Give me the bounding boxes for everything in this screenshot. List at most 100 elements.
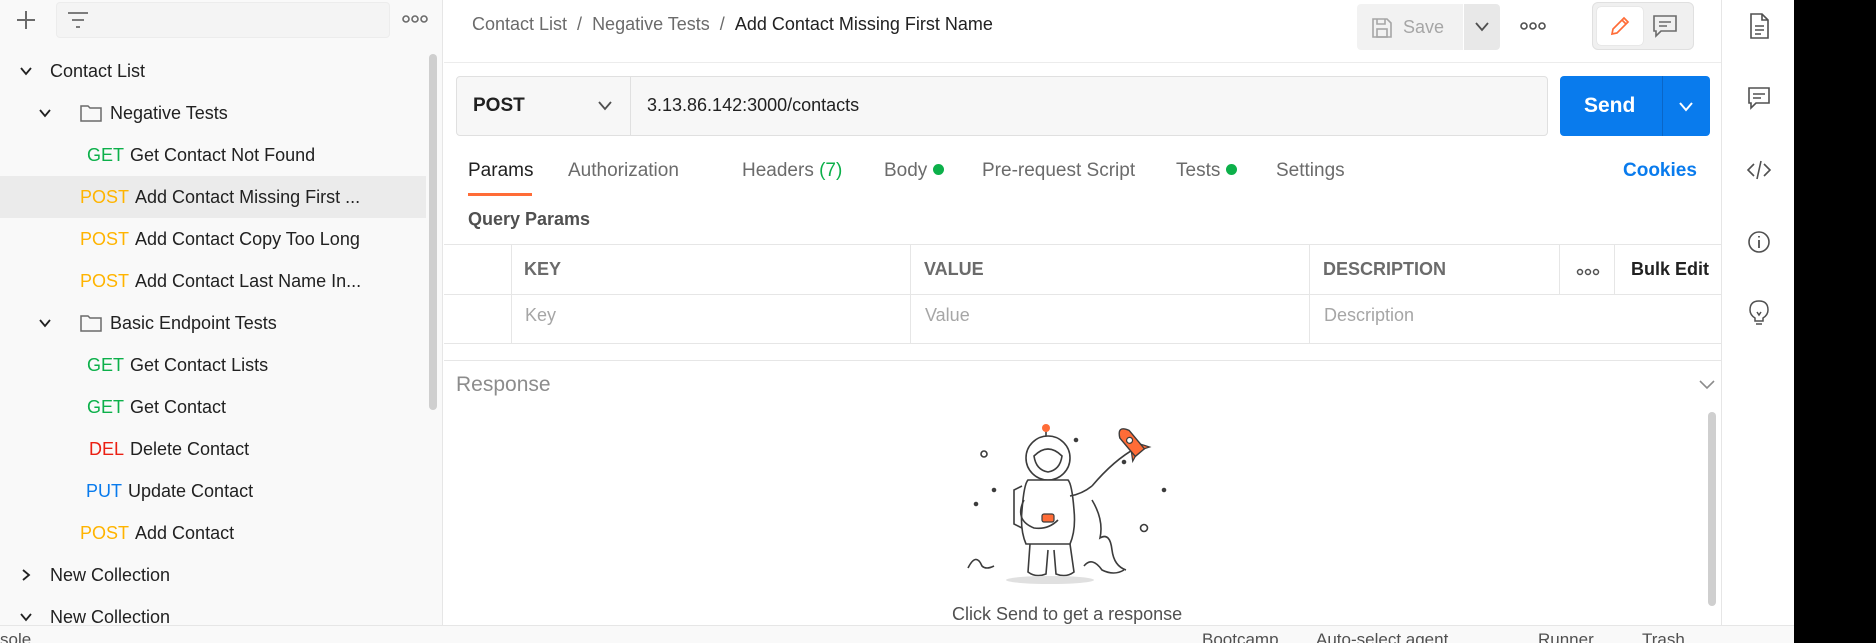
chevron-down-icon[interactable] bbox=[18, 609, 34, 625]
response-title[interactable]: Response bbox=[456, 373, 551, 397]
tab-params[interactable]: Params bbox=[468, 160, 533, 182]
lightbulb-icon[interactable] bbox=[1746, 298, 1772, 326]
tab-headers[interactable]: Headers (7) bbox=[742, 160, 842, 182]
tab-tests[interactable]: Tests bbox=[1176, 160, 1238, 182]
comments-icon[interactable] bbox=[1746, 84, 1772, 112]
trash-button[interactable]: Trash bbox=[1642, 630, 1685, 643]
request-name: Add Contact Missing First ... bbox=[135, 187, 361, 207]
tree-item-collection[interactable]: Contact List bbox=[0, 50, 426, 92]
breadcrumb-separator: / bbox=[719, 14, 725, 34]
app-window: Contact List Negative Tests GET Get Conta… bbox=[0, 0, 1794, 643]
folder-icon bbox=[80, 315, 102, 332]
tab-authorization[interactable]: Authorization bbox=[568, 160, 679, 182]
tab-body[interactable]: Body bbox=[884, 160, 945, 182]
documentation-icon[interactable] bbox=[1746, 12, 1772, 40]
tree-item-request[interactable]: GET Get Contact bbox=[0, 386, 426, 428]
method-select[interactable]: POST bbox=[457, 77, 631, 135]
breadcrumb: Contact List / Negative Tests / Add Contact … bbox=[472, 14, 993, 35]
description-input[interactable]: Description bbox=[1324, 305, 1414, 326]
astronaut-illustration bbox=[967, 424, 1167, 584]
request-name: Add Contact Copy Too Long bbox=[135, 229, 360, 249]
edit-mode-button[interactable] bbox=[1597, 7, 1643, 45]
sidebar-filter-input[interactable] bbox=[56, 2, 390, 38]
method-badge: GET bbox=[87, 397, 125, 417]
auto-select-agent-button[interactable]: Auto-select agent bbox=[1316, 630, 1448, 643]
tab-prerequest-script[interactable]: Pre-request Script bbox=[982, 160, 1135, 182]
request-entry: GET Get Contact Not Found bbox=[87, 145, 315, 166]
tree-item-request[interactable]: GET Get Contact Lists bbox=[0, 344, 426, 386]
breadcrumb-folder[interactable]: Negative Tests bbox=[592, 14, 710, 34]
query-params-table: KEY VALUE DESCRIPTION Bulk Edit Key Valu… bbox=[444, 244, 1721, 344]
method-badge: POST bbox=[80, 271, 130, 291]
chevron-down-icon[interactable] bbox=[18, 63, 34, 79]
more-icon[interactable] bbox=[1576, 266, 1600, 278]
table-border bbox=[444, 343, 1721, 344]
pencil-icon bbox=[1610, 16, 1630, 36]
info-icon[interactable] bbox=[1746, 228, 1772, 256]
page-title[interactable]: Add Contact Missing First Name bbox=[735, 14, 993, 34]
breadcrumb-collection[interactable]: Contact List bbox=[472, 14, 567, 34]
tree-item-folder[interactable]: Negative Tests bbox=[0, 92, 426, 134]
tree-item-folder[interactable]: Basic Endpoint Tests bbox=[0, 302, 426, 344]
method-badge: POST bbox=[80, 187, 130, 207]
key-input[interactable]: Key bbox=[525, 305, 556, 326]
tree-item-collection[interactable]: New Collection bbox=[0, 554, 426, 596]
tree-item-label: New Collection bbox=[50, 565, 171, 585]
bulk-edit-button[interactable]: Bulk Edit bbox=[1631, 259, 1709, 280]
value-input[interactable]: Value bbox=[925, 305, 970, 326]
tree-item-request[interactable]: POST Add Contact Last Name In... bbox=[0, 260, 426, 302]
code-icon[interactable] bbox=[1746, 156, 1772, 184]
method-value: POST bbox=[473, 95, 525, 116]
agent-label: Auto-select agent bbox=[1316, 630, 1449, 643]
mode-toggle bbox=[1592, 2, 1694, 50]
more-icon[interactable] bbox=[400, 10, 430, 28]
tree-item-request[interactable]: DEL Delete Contact bbox=[0, 428, 426, 470]
comment-icon[interactable] bbox=[1651, 13, 1679, 39]
chevron-right-icon[interactable] bbox=[18, 567, 34, 583]
tree-item-request-selected[interactable]: POST Add Contact Missing First ... bbox=[0, 176, 426, 218]
breadcrumb-separator: / bbox=[577, 14, 583, 34]
tree-item-request[interactable]: GET Get Contact Not Found bbox=[0, 134, 426, 176]
more-icon[interactable] bbox=[1518, 17, 1548, 35]
sidebar: Contact List Negative Tests GET Get Conta… bbox=[0, 0, 443, 627]
runner-button[interactable]: Runner bbox=[1538, 630, 1594, 643]
method-badge: POST bbox=[80, 523, 130, 543]
chevron-down-icon bbox=[1475, 22, 1489, 32]
send-label: Send bbox=[1584, 94, 1636, 117]
url-input[interactable]: 3.13.86.142:3000/contacts bbox=[647, 95, 859, 116]
save-dropdown-button[interactable] bbox=[1464, 4, 1500, 50]
request-entry: DEL Delete Contact bbox=[89, 439, 249, 460]
send-button[interactable]: Send bbox=[1560, 76, 1710, 136]
console-button[interactable]: sole bbox=[0, 630, 31, 643]
chevron-down-icon[interactable] bbox=[37, 315, 53, 331]
chevron-down-icon[interactable] bbox=[1678, 100, 1694, 114]
tree-item-label: Negative Tests bbox=[110, 103, 228, 123]
chevron-down-icon[interactable] bbox=[1698, 378, 1716, 392]
plus-icon[interactable] bbox=[12, 6, 40, 34]
table-border bbox=[1614, 244, 1615, 294]
tab-body-label: Body bbox=[884, 160, 928, 181]
main-scrollbar[interactable] bbox=[1708, 412, 1716, 606]
tree-item-request[interactable]: POST Add Contact bbox=[0, 512, 426, 554]
tree-item-request[interactable]: PUT Update Contact bbox=[0, 470, 426, 512]
request-entry: GET Get Contact Lists bbox=[87, 355, 268, 376]
active-tab-indicator bbox=[468, 193, 532, 196]
tab-settings[interactable]: Settings bbox=[1276, 160, 1345, 182]
chevron-down-icon[interactable] bbox=[37, 105, 53, 121]
request-entry: POST Add Contact Missing First ... bbox=[80, 187, 360, 208]
table-border bbox=[910, 244, 911, 344]
request-entry: POST Add Contact bbox=[80, 523, 234, 544]
right-sidebar bbox=[1721, 0, 1794, 625]
sidebar-scrollbar[interactable] bbox=[429, 54, 437, 410]
status-dot bbox=[933, 164, 945, 175]
save-button[interactable]: Save bbox=[1357, 4, 1463, 50]
bootcamp-button[interactable]: Bootcamp bbox=[1202, 630, 1279, 643]
status-bar: sole Bootcamp Auto-select agent Runner T… bbox=[0, 625, 1794, 643]
filter-icon bbox=[68, 12, 88, 28]
chevron-down-icon bbox=[598, 101, 612, 111]
query-params-title: Query Params bbox=[468, 209, 591, 229]
table-border bbox=[1309, 244, 1310, 344]
cookies-link[interactable]: Cookies bbox=[1623, 160, 1697, 182]
tree-item-request[interactable]: POST Add Contact Copy Too Long bbox=[0, 218, 426, 260]
request-entry: PUT Update Contact bbox=[86, 481, 253, 502]
